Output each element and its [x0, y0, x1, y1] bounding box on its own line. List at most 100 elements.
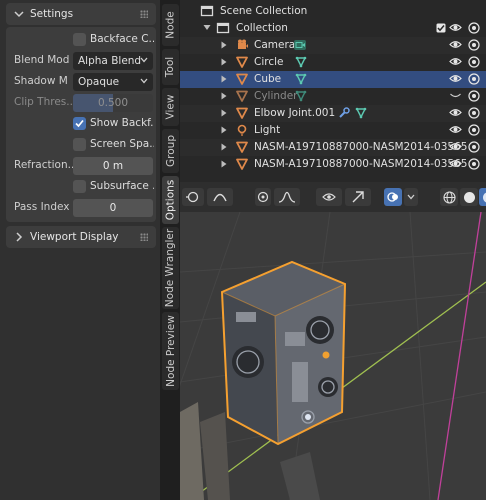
chevron-right-icon [12, 230, 26, 244]
viewport-visibility-button[interactable] [316, 188, 342, 206]
proportional-editing-button[interactable] [274, 188, 300, 206]
show-backface-checkbox[interactable] [73, 117, 86, 130]
render-camera-icon[interactable] [468, 56, 480, 71]
expand-right-icon[interactable] [221, 75, 227, 83]
render-camera-icon[interactable] [468, 73, 480, 88]
transform-orientation-button[interactable] [182, 188, 204, 206]
blend-mode-dropdown[interactable]: Alpha Blend [73, 52, 153, 70]
show-backface-row: Show Backf... [6, 114, 156, 134]
overlays-toggle-button[interactable] [384, 188, 402, 206]
wireframe-shading-button[interactable] [440, 188, 458, 206]
drag-handle-icon[interactable] [140, 233, 148, 241]
subsurface-checkbox[interactable] [73, 180, 86, 193]
material-preview-shading-button[interactable] [479, 188, 486, 206]
mesh-data-icon[interactable] [295, 90, 307, 105]
outliner-row[interactable]: Light [180, 122, 486, 139]
drag-handle-icon[interactable] [140, 10, 148, 18]
eye-icon [322, 193, 336, 201]
pass-index-field[interactable]: 0 [73, 199, 153, 217]
tab-options[interactable]: Options [162, 176, 179, 224]
render-camera-icon[interactable] [468, 141, 480, 156]
clip-threshold-slider[interactable]: 0.500 [73, 94, 153, 112]
eye-icon[interactable] [449, 73, 462, 87]
clip-threshold-label: Clip Thres... [14, 96, 74, 108]
object-name: Cube [254, 73, 282, 85]
camera-icon [235, 38, 249, 52]
gizmo-toggle-button[interactable] [345, 188, 371, 206]
subsurface-row: Subsurface ... [6, 177, 156, 197]
wireframe-sphere-icon [442, 190, 456, 204]
viewport-display-title: Viewport Display [30, 231, 119, 243]
tab-group[interactable]: Group [162, 129, 179, 173]
backface-culling-checkbox[interactable] [73, 33, 86, 46]
object-name: NASM-A19710887000-NASM2014-03565 [254, 158, 468, 170]
solid-sphere-icon [463, 191, 475, 203]
sidebar-tab-strip: Node Tool View Group Options Node Wrangl… [160, 0, 180, 500]
object-name: Circle [254, 56, 284, 68]
collection-icon [216, 22, 230, 34]
mesh-data-icon[interactable] [355, 107, 367, 122]
render-camera-icon[interactable] [468, 22, 480, 34]
render-camera-icon[interactable] [468, 107, 480, 122]
scene-collection-row[interactable]: Scene Collection [180, 3, 486, 20]
eye-icon[interactable] [449, 141, 462, 155]
collection-label: Collection [236, 22, 288, 34]
tab-node-wrangler[interactable]: Node Wrangler [162, 227, 179, 309]
object-name: NASM-A19710887000-NASM2014-03565 [254, 141, 468, 153]
snap-button[interactable] [255, 188, 271, 206]
viewport-display-panel-header[interactable]: Viewport Display [6, 226, 156, 248]
expand-right-icon[interactable] [221, 58, 227, 66]
expand-right-icon[interactable] [221, 160, 227, 168]
pivot-point-button[interactable] [207, 188, 233, 206]
mesh-icon [235, 55, 249, 69]
chevron-down-icon [12, 7, 26, 21]
eye-icon[interactable] [449, 22, 462, 33]
checkmark-icon [75, 119, 84, 128]
expand-right-icon[interactable] [221, 92, 227, 100]
expand-right-icon[interactable] [221, 109, 227, 117]
render-camera-icon[interactable] [468, 39, 480, 54]
shadow-mode-dropdown[interactable]: Opaque [73, 73, 153, 91]
eye-icon[interactable] [449, 107, 462, 121]
mesh-icon [235, 72, 249, 86]
tab-view[interactable]: View [162, 88, 179, 126]
shadow-mode-value: Opaque [78, 76, 120, 88]
screen-space-checkbox[interactable] [73, 138, 86, 151]
tab-node[interactable]: Node [162, 4, 179, 46]
outliner-row[interactable]: NASM-A19710887000-NASM2014-03565 [180, 139, 486, 156]
selected-cube[interactable] [220, 260, 347, 446]
camera-data-icon[interactable] [293, 39, 307, 54]
3d-viewport[interactable] [180, 182, 486, 500]
render-camera-icon[interactable] [468, 90, 480, 105]
tab-node-preview[interactable]: Node Preview [162, 312, 179, 390]
expand-right-icon[interactable] [221, 143, 227, 151]
mesh-data-icon[interactable] [295, 73, 307, 88]
solid-shading-button[interactable] [460, 188, 478, 206]
settings-panel-header[interactable]: Settings [6, 3, 156, 25]
outliner-row[interactable]: Camera [180, 37, 486, 54]
eye-icon[interactable] [449, 39, 462, 53]
render-camera-icon[interactable] [468, 124, 480, 139]
eye-icon[interactable] [449, 158, 462, 172]
refraction-depth-field[interactable]: 0 m [73, 157, 153, 175]
outliner-row[interactable]: NASM-A19710887000-NASM2014-03565 [180, 156, 486, 173]
outliner-row[interactable]: Elbow Joint.001 [180, 105, 486, 122]
tab-tool[interactable]: Tool [162, 49, 179, 85]
collection-row[interactable]: Collection [180, 20, 486, 37]
eye-icon[interactable] [449, 124, 462, 138]
eye-icon[interactable] [449, 90, 462, 104]
outliner-row[interactable]: Cylinder [180, 88, 486, 105]
gizmo-icon [352, 191, 364, 203]
object-name: Cylinder [254, 90, 298, 102]
exclude-checkbox[interactable] [436, 23, 446, 36]
outliner-row[interactable]: Circle [180, 54, 486, 71]
overlays-dropdown[interactable] [404, 188, 418, 206]
eye-icon[interactable] [449, 56, 462, 70]
refraction-depth-row: Refraction... 0 m [6, 156, 156, 176]
wrench-modifier-icon[interactable] [338, 107, 350, 122]
expand-right-icon[interactable] [221, 41, 227, 49]
outliner-row[interactable]: Cube [180, 71, 486, 88]
render-camera-icon[interactable] [468, 158, 480, 173]
expand-right-icon[interactable] [221, 126, 227, 134]
mesh-data-icon[interactable] [295, 56, 307, 71]
